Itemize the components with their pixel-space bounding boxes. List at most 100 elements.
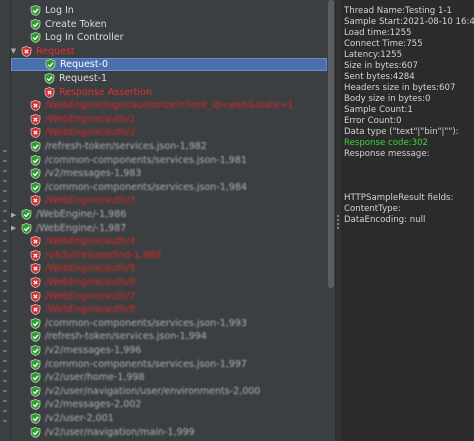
gutter-mark: [3, 330, 7, 332]
shield-error-icon: [30, 263, 41, 275]
tree-row-label: /WebEngine/auth/6: [45, 277, 136, 288]
shield-check-icon: [30, 154, 41, 166]
gutter-mark: [3, 270, 7, 272]
tree-row-label: /v2/user/navigation/user/environments-2,…: [45, 385, 261, 397]
tree-row-label: /refresh-token/services.json-1,994: [45, 331, 207, 343]
gutter-mark: [3, 210, 7, 212]
tree-row[interactable]: /WebEngine/auth/7: [11, 290, 327, 303]
gutter-mark: [3, 400, 7, 402]
scrollbar-thumb[interactable]: [328, 0, 334, 288]
tree-row[interactable]: /v2/messages-2,002: [11, 398, 327, 411]
shield-error-icon: [30, 113, 41, 125]
tree-row-label: Create Token: [45, 18, 107, 30]
shield-check-icon: [45, 59, 56, 71]
tree-row-label: /v2/user/navigation/main-1,999: [45, 426, 195, 438]
tree-row[interactable]: /v2/user/home-1,998: [11, 371, 327, 384]
tree-row[interactable]: /WebEngine/auth/2: [11, 126, 327, 139]
tree-row-label: /v2/messages-2,002: [45, 399, 142, 411]
tree-row-label: /common-components/services.json-1,981: [45, 154, 247, 166]
tree-row[interactable]: /common-components/services.json-1,993: [11, 317, 327, 330]
detail-line: ContentType:: [344, 204, 401, 214]
tree-row[interactable]: /WebEngine/auth/4: [11, 235, 327, 248]
tree-row-label: /common-components/services.json-1,993: [45, 317, 247, 329]
tree-row[interactable]: /common-components/services.json-1,984: [11, 181, 327, 194]
tree-row[interactable]: ▶ /WebEngine/-1,986: [11, 208, 327, 221]
detail-line: Response message:: [344, 149, 430, 159]
tree-row[interactable]: /refresh-token/services.json-1,994: [11, 330, 327, 343]
tree-row[interactable]: /WebEngine/login/authorize?client_id=web…: [11, 99, 327, 112]
gutter-mark: [3, 350, 7, 352]
shield-check-icon: [30, 181, 41, 193]
tree-row-label: /v4/fullreleasefind-1,988: [45, 249, 162, 261]
gutter-mark: [3, 250, 7, 252]
tree-row[interactable]: /WebEngine/auth/8: [11, 303, 327, 316]
tree-row[interactable]: ▶ /WebEngine/-1,987: [11, 222, 327, 235]
tree-row[interactable]: /v4/fullreleasefind-1,988: [11, 249, 327, 262]
detail-line: HTTPSampleResult fields:: [344, 193, 454, 203]
gutter-mark: [3, 150, 7, 152]
tree-row[interactable]: Log In: [11, 4, 327, 17]
tree-row[interactable]: /refresh-token/services.json-1,982: [11, 140, 327, 153]
tree-row[interactable]: /v2/user/navigation/main-1,999: [11, 426, 327, 439]
chevron-down-icon[interactable]: ▼: [11, 47, 18, 55]
tree-row[interactable]: /v2/messages-1,996: [11, 344, 327, 357]
shield-check-icon: [44, 73, 55, 84]
chevron-right-icon[interactable]: ▶: [11, 211, 18, 219]
tree-scrollbar[interactable]: [327, 0, 335, 441]
shield-check-icon: [21, 209, 32, 220]
results-tree[interactable]: Log In Create Token Log In Controller ▼ Requ…: [11, 0, 327, 441]
detail-line: Thread Name:Testing 1-1: [344, 6, 453, 16]
tree-row[interactable]: /common-components/services.json-1,981: [11, 154, 327, 167]
tree-row-selected[interactable]: Request-0: [11, 58, 327, 72]
tree-row[interactable]: /WebEngine/auth/3: [11, 194, 327, 207]
tree-row[interactable]: Create Token: [11, 18, 327, 31]
shield-check-icon: [30, 413, 41, 424]
tree-row-label: /common-components/services.json-1,997: [45, 358, 247, 370]
tree-row[interactable]: /WebEngine/auth/5: [11, 262, 327, 275]
tree-row[interactable]: /common-components/services.json-1,997: [11, 358, 327, 371]
shield-error-icon: [30, 249, 41, 261]
shield-check-icon: [30, 141, 41, 152]
tree-row[interactable]: /v2/user-2,001: [11, 412, 327, 425]
tree-row-label: /WebEngine/auth/3: [45, 195, 136, 207]
tree-row-label: /WebEngine/-1,987: [36, 222, 127, 234]
tree-row-label: Log In: [45, 5, 74, 16]
tree-row-label: /WebEngine/auth/8: [45, 304, 136, 316]
tree-row[interactable]: Request-1: [11, 72, 327, 85]
shield-error-icon: [30, 290, 41, 302]
gutter-mark: [3, 310, 7, 312]
gutter-mark: [3, 300, 7, 302]
shield-check-icon: [30, 331, 41, 343]
shield-error-icon: [30, 236, 41, 248]
tree-row[interactable]: Log In Controller: [11, 31, 327, 44]
gutter-mark: [3, 390, 7, 392]
tree-row-label: /WebEngine/-1,986: [36, 209, 127, 220]
tree-row-label: /v2/messages-1,996: [45, 345, 142, 356]
shield-check-icon: [30, 399, 41, 411]
gutter-mark: [3, 200, 7, 202]
shield-check-icon: [30, 385, 41, 397]
shield-error-icon: [30, 304, 41, 316]
tree-row[interactable]: /WebEngine/auth/1: [11, 113, 327, 126]
detail-line: Sample Count:1: [344, 105, 413, 115]
tree-row-label: /v2/user/home-1,998: [45, 372, 145, 384]
gutter-mark: [3, 240, 7, 242]
sampler-result-panel: Thread Name:Testing 1-1 Sample Start:2021…: [341, 0, 474, 441]
shield-check-icon: [30, 426, 41, 438]
tree-row[interactable]: /WebEngine/auth/6: [11, 276, 327, 289]
tree-row[interactable]: ▼ Request: [11, 45, 327, 58]
divider-grip-dot: [337, 219, 339, 221]
tree-row[interactable]: Response Assertion: [11, 86, 327, 99]
shield-check-icon: [30, 358, 41, 370]
gutter-mark: [3, 260, 7, 262]
tree-row[interactable]: /v2/user/navigation/user/environments-2,…: [11, 385, 327, 398]
gutter-mark: [3, 420, 7, 422]
gutter-mark: [3, 180, 7, 182]
detail-line: Response code:302: [344, 138, 429, 148]
tree-row-label: /WebEngine/auth/5: [45, 263, 136, 275]
detail-line: Sample Start:2021-08-10 16:43:18 EEST: [344, 17, 474, 27]
tree-row[interactable]: /v2/messages-1,983: [11, 167, 327, 180]
detail-line: Sent bytes:4284: [344, 72, 415, 82]
gutter-mark: [3, 160, 7, 162]
chevron-right-icon[interactable]: ▶: [11, 224, 18, 232]
